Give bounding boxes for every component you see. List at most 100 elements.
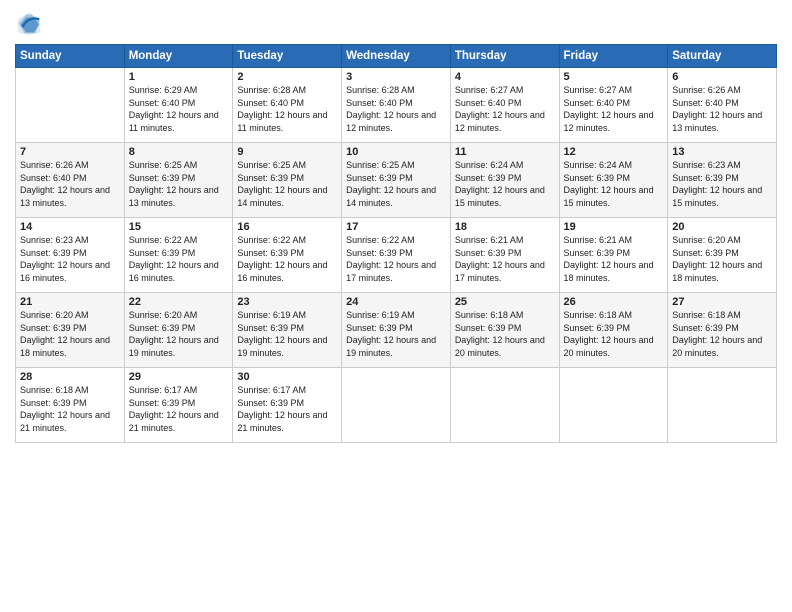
day-info: Sunrise: 6:26 AMSunset: 6:40 PMDaylight:… — [20, 159, 120, 209]
header-day: Tuesday — [233, 45, 342, 68]
day-number: 14 — [20, 221, 120, 233]
logo-icon — [15, 10, 43, 38]
calendar-cell — [16, 68, 125, 143]
calendar-cell: 3Sunrise: 6:28 AMSunset: 6:40 PMDaylight… — [342, 68, 451, 143]
calendar-cell: 26Sunrise: 6:18 AMSunset: 6:39 PMDayligh… — [559, 293, 668, 368]
day-info: Sunrise: 6:25 AMSunset: 6:39 PMDaylight:… — [237, 159, 337, 209]
header-row: SundayMondayTuesdayWednesdayThursdayFrid… — [16, 45, 777, 68]
calendar-cell: 29Sunrise: 6:17 AMSunset: 6:39 PMDayligh… — [124, 368, 233, 443]
day-info: Sunrise: 6:17 AMSunset: 6:39 PMDaylight:… — [129, 384, 229, 434]
calendar-cell: 22Sunrise: 6:20 AMSunset: 6:39 PMDayligh… — [124, 293, 233, 368]
day-number: 24 — [346, 296, 446, 308]
calendar-cell: 8Sunrise: 6:25 AMSunset: 6:39 PMDaylight… — [124, 143, 233, 218]
day-info: Sunrise: 6:18 AMSunset: 6:39 PMDaylight:… — [672, 309, 772, 359]
day-number: 2 — [237, 71, 337, 83]
header-day: Saturday — [668, 45, 777, 68]
calendar-cell: 30Sunrise: 6:17 AMSunset: 6:39 PMDayligh… — [233, 368, 342, 443]
logo — [15, 10, 47, 38]
day-info: Sunrise: 6:19 AMSunset: 6:39 PMDaylight:… — [237, 309, 337, 359]
calendar-cell: 4Sunrise: 6:27 AMSunset: 6:40 PMDaylight… — [450, 68, 559, 143]
day-number: 15 — [129, 221, 229, 233]
day-number: 21 — [20, 296, 120, 308]
day-number: 30 — [237, 371, 337, 383]
calendar-cell — [559, 368, 668, 443]
day-info: Sunrise: 6:21 AMSunset: 6:39 PMDaylight:… — [564, 234, 664, 284]
day-info: Sunrise: 6:18 AMSunset: 6:39 PMDaylight:… — [455, 309, 555, 359]
day-number: 19 — [564, 221, 664, 233]
day-info: Sunrise: 6:20 AMSunset: 6:39 PMDaylight:… — [20, 309, 120, 359]
header-day: Monday — [124, 45, 233, 68]
day-number: 23 — [237, 296, 337, 308]
calendar-week-row: 21Sunrise: 6:20 AMSunset: 6:39 PMDayligh… — [16, 293, 777, 368]
day-number: 3 — [346, 71, 446, 83]
calendar-cell: 5Sunrise: 6:27 AMSunset: 6:40 PMDaylight… — [559, 68, 668, 143]
day-info: Sunrise: 6:22 AMSunset: 6:39 PMDaylight:… — [129, 234, 229, 284]
calendar-week-row: 7Sunrise: 6:26 AMSunset: 6:40 PMDaylight… — [16, 143, 777, 218]
calendar-cell: 28Sunrise: 6:18 AMSunset: 6:39 PMDayligh… — [16, 368, 125, 443]
calendar-week-row: 28Sunrise: 6:18 AMSunset: 6:39 PMDayligh… — [16, 368, 777, 443]
day-info: Sunrise: 6:26 AMSunset: 6:40 PMDaylight:… — [672, 84, 772, 134]
calendar-cell: 1Sunrise: 6:29 AMSunset: 6:40 PMDaylight… — [124, 68, 233, 143]
calendar-cell: 12Sunrise: 6:24 AMSunset: 6:39 PMDayligh… — [559, 143, 668, 218]
calendar-cell: 16Sunrise: 6:22 AMSunset: 6:39 PMDayligh… — [233, 218, 342, 293]
day-info: Sunrise: 6:17 AMSunset: 6:39 PMDaylight:… — [237, 384, 337, 434]
day-number: 11 — [455, 146, 555, 158]
day-number: 4 — [455, 71, 555, 83]
calendar-cell: 20Sunrise: 6:20 AMSunset: 6:39 PMDayligh… — [668, 218, 777, 293]
calendar-cell: 23Sunrise: 6:19 AMSunset: 6:39 PMDayligh… — [233, 293, 342, 368]
calendar-cell: 11Sunrise: 6:24 AMSunset: 6:39 PMDayligh… — [450, 143, 559, 218]
day-number: 27 — [672, 296, 772, 308]
day-info: Sunrise: 6:22 AMSunset: 6:39 PMDaylight:… — [237, 234, 337, 284]
day-info: Sunrise: 6:20 AMSunset: 6:39 PMDaylight:… — [672, 234, 772, 284]
day-number: 8 — [129, 146, 229, 158]
day-info: Sunrise: 6:22 AMSunset: 6:39 PMDaylight:… — [346, 234, 446, 284]
day-info: Sunrise: 6:23 AMSunset: 6:39 PMDaylight:… — [20, 234, 120, 284]
header-day: Sunday — [16, 45, 125, 68]
day-number: 20 — [672, 221, 772, 233]
day-info: Sunrise: 6:25 AMSunset: 6:39 PMDaylight:… — [129, 159, 229, 209]
day-number: 6 — [672, 71, 772, 83]
calendar-table: SundayMondayTuesdayWednesdayThursdayFrid… — [15, 44, 777, 443]
day-info: Sunrise: 6:23 AMSunset: 6:39 PMDaylight:… — [672, 159, 772, 209]
day-number: 29 — [129, 371, 229, 383]
header-day: Friday — [559, 45, 668, 68]
day-info: Sunrise: 6:21 AMSunset: 6:39 PMDaylight:… — [455, 234, 555, 284]
day-number: 25 — [455, 296, 555, 308]
day-info: Sunrise: 6:27 AMSunset: 6:40 PMDaylight:… — [564, 84, 664, 134]
calendar-cell: 2Sunrise: 6:28 AMSunset: 6:40 PMDaylight… — [233, 68, 342, 143]
calendar-cell: 13Sunrise: 6:23 AMSunset: 6:39 PMDayligh… — [668, 143, 777, 218]
day-number: 12 — [564, 146, 664, 158]
day-info: Sunrise: 6:29 AMSunset: 6:40 PMDaylight:… — [129, 84, 229, 134]
day-info: Sunrise: 6:24 AMSunset: 6:39 PMDaylight:… — [455, 159, 555, 209]
day-info: Sunrise: 6:25 AMSunset: 6:39 PMDaylight:… — [346, 159, 446, 209]
calendar-cell: 21Sunrise: 6:20 AMSunset: 6:39 PMDayligh… — [16, 293, 125, 368]
calendar-cell — [668, 368, 777, 443]
calendar-week-row: 14Sunrise: 6:23 AMSunset: 6:39 PMDayligh… — [16, 218, 777, 293]
calendar-cell: 24Sunrise: 6:19 AMSunset: 6:39 PMDayligh… — [342, 293, 451, 368]
page: SundayMondayTuesdayWednesdayThursdayFrid… — [0, 0, 792, 612]
day-number: 17 — [346, 221, 446, 233]
day-number: 5 — [564, 71, 664, 83]
calendar-cell: 9Sunrise: 6:25 AMSunset: 6:39 PMDaylight… — [233, 143, 342, 218]
day-info: Sunrise: 6:19 AMSunset: 6:39 PMDaylight:… — [346, 309, 446, 359]
day-number: 22 — [129, 296, 229, 308]
header-day: Thursday — [450, 45, 559, 68]
day-number: 1 — [129, 71, 229, 83]
calendar-cell — [450, 368, 559, 443]
calendar-cell: 19Sunrise: 6:21 AMSunset: 6:39 PMDayligh… — [559, 218, 668, 293]
day-number: 13 — [672, 146, 772, 158]
calendar-cell: 6Sunrise: 6:26 AMSunset: 6:40 PMDaylight… — [668, 68, 777, 143]
day-number: 28 — [20, 371, 120, 383]
day-info: Sunrise: 6:18 AMSunset: 6:39 PMDaylight:… — [564, 309, 664, 359]
day-info: Sunrise: 6:28 AMSunset: 6:40 PMDaylight:… — [346, 84, 446, 134]
calendar-cell: 14Sunrise: 6:23 AMSunset: 6:39 PMDayligh… — [16, 218, 125, 293]
calendar-cell: 7Sunrise: 6:26 AMSunset: 6:40 PMDaylight… — [16, 143, 125, 218]
calendar-cell: 18Sunrise: 6:21 AMSunset: 6:39 PMDayligh… — [450, 218, 559, 293]
day-info: Sunrise: 6:27 AMSunset: 6:40 PMDaylight:… — [455, 84, 555, 134]
day-number: 10 — [346, 146, 446, 158]
day-number: 7 — [20, 146, 120, 158]
header-day: Wednesday — [342, 45, 451, 68]
day-number: 26 — [564, 296, 664, 308]
day-info: Sunrise: 6:28 AMSunset: 6:40 PMDaylight:… — [237, 84, 337, 134]
calendar-cell: 27Sunrise: 6:18 AMSunset: 6:39 PMDayligh… — [668, 293, 777, 368]
